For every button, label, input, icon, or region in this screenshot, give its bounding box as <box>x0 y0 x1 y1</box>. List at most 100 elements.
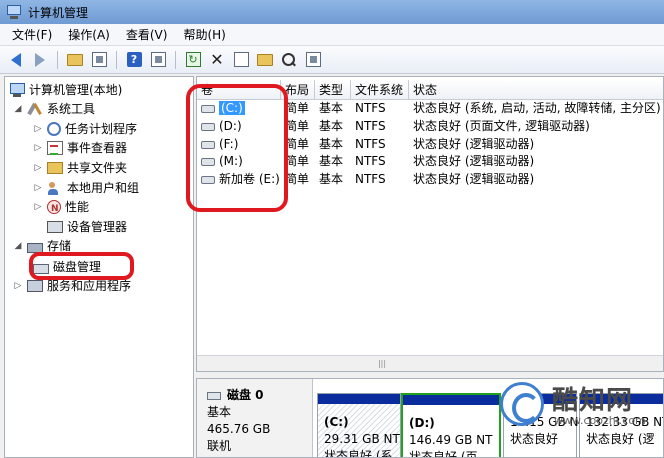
tree-item-services[interactable]: ▷ 服务和应用程序 <box>13 276 131 296</box>
brand-logo-icon <box>500 382 544 426</box>
partition-d[interactable]: (D:) 146.49 GB NT 状态良好 (页 <box>401 393 501 458</box>
volume-name: (F:) <box>219 137 239 151</box>
expand-icon[interactable]: ◢ <box>13 104 23 114</box>
menu-view[interactable]: 查看(V) <box>118 25 176 45</box>
performance-icon <box>47 199 61 219</box>
volume-fs: NTFS <box>355 119 386 133</box>
forward-arrow-icon[interactable] <box>30 50 50 70</box>
clock-icon <box>47 122 61 136</box>
disk-icon <box>33 263 49 274</box>
navigation-tree: 计算机管理(本地) ◢ 系统工具 ▷ 任务计划程序 ▷ 事件查看器 ▷ 共享文件… <box>4 76 194 458</box>
title-bar[interactable]: 计算机管理 <box>0 0 664 24</box>
rescan-icon[interactable] <box>303 50 323 70</box>
partition-bar <box>318 394 400 404</box>
volume-type: 基本 <box>319 172 344 186</box>
collapse-icon[interactable]: ▷ <box>33 202 43 212</box>
delete-icon[interactable]: ✕ <box>207 50 227 70</box>
table-row[interactable]: (D:) 简单 基本 NTFS 状态良好 (页面文件, 逻辑驱动器) <box>197 118 663 135</box>
collapse-icon[interactable]: ▷ <box>33 124 43 134</box>
volume-type: 基本 <box>319 119 344 133</box>
tree-item-root[interactable]: 计算机管理(本地) <box>9 80 122 100</box>
disk-name: 磁盘 0 <box>227 388 264 402</box>
tree-item-label: 磁盘管理 <box>53 260 102 274</box>
tree-item-label: 本地用户和组 <box>67 181 140 195</box>
table-row[interactable]: (F:) 简单 基本 NTFS 状态良好 (逻辑驱动器) <box>197 136 663 153</box>
drive-icon <box>201 140 215 149</box>
horizontal-scrollbar[interactable]: ||| <box>197 355 663 371</box>
volume-layout: 简单 <box>285 172 310 186</box>
tree-item-disk-management[interactable]: 磁盘管理 <box>33 257 101 277</box>
column-header-volume[interactable]: 卷 <box>197 80 281 100</box>
volume-fs: NTFS <box>355 137 386 151</box>
collapse-icon[interactable]: ▷ <box>33 163 43 173</box>
expand-icon[interactable]: ◢ <box>13 241 23 251</box>
tree-item-storage[interactable]: ◢ 存储 <box>13 236 71 256</box>
help-icon[interactable]: ? <box>124 50 144 70</box>
show-hide-tree-icon[interactable] <box>89 50 109 70</box>
drive-icon <box>201 104 215 113</box>
volume-list: 卷 布局 类型 文件系统 状态 (C:) 简单 基本 NTFS 状态良好 (系统… <box>196 76 664 372</box>
menu-action[interactable]: 操作(A) <box>60 25 118 45</box>
column-header-layout[interactable]: 布局 <box>281 80 315 100</box>
tree-item-shared-folders[interactable]: ▷ 共享文件夹 <box>33 158 127 178</box>
tree-item-label: 系统工具 <box>47 102 96 116</box>
partition-c[interactable]: (C:) 29.31 GB NT 状态良好 (系 <box>317 393 401 457</box>
column-header-type[interactable]: 类型 <box>315 80 351 100</box>
partition-status: 状态良好 <box>510 432 559 446</box>
disk-type: 基本 <box>207 405 232 419</box>
scrollbar-thumb-icon[interactable]: ||| <box>367 360 397 368</box>
volume-type: 基本 <box>319 101 344 115</box>
volume-name: (M:) <box>219 154 243 168</box>
tree-item-label: 事件查看器 <box>67 141 128 155</box>
tree-item-performance[interactable]: ▷ 性能 <box>33 197 89 219</box>
users-icon <box>47 181 63 195</box>
tree-item-event-viewer[interactable]: ▷ 事件查看器 <box>33 138 127 158</box>
partition-status: 状态良好 (逻 <box>586 432 655 446</box>
drive-icon <box>201 122 215 131</box>
table-row[interactable]: (C:) 简单 基本 NTFS 状态良好 (系统, 启动, 活动, 故障转储, … <box>197 100 663 117</box>
partition-status: 状态良好 (页 <box>409 450 478 458</box>
computer-management-window: 计算机管理 文件(F) 操作(A) 查看(V) 帮助(H) ? ↻ ✕ 计算机管… <box>0 0 664 458</box>
column-header-filesystem[interactable]: 文件系统 <box>351 80 409 100</box>
menu-help[interactable]: 帮助(H) <box>175 25 233 45</box>
table-row[interactable]: 新加卷 (E:) 简单 基本 NTFS 状态良好 (逻辑驱动器) <box>197 171 663 188</box>
tree-item-local-users[interactable]: ▷ 本地用户和组 <box>33 178 139 198</box>
tree-item-system-tools[interactable]: ◢ 系统工具 <box>13 99 95 119</box>
collapse-icon[interactable]: ▷ <box>33 183 43 193</box>
disk-icon <box>207 391 221 400</box>
tree-item-label: 存储 <box>47 239 72 253</box>
up-folder-icon[interactable] <box>65 50 85 70</box>
toolbar-separator <box>116 50 117 69</box>
back-arrow-icon[interactable] <box>6 50 26 70</box>
partition-size: 29.31 GB NT <box>324 432 400 446</box>
volume-status: 状态良好 (逻辑驱动器) <box>413 154 535 168</box>
disk-0-label[interactable]: 磁盘 0 基本 465.76 GB 联机 <box>197 379 313 457</box>
collapse-icon[interactable]: ▷ <box>33 143 43 153</box>
table-row[interactable]: (M:) 简单 基本 NTFS 状态良好 (逻辑驱动器) <box>197 153 663 170</box>
disk-size: 465.76 GB <box>207 422 271 436</box>
refresh-icon[interactable]: ↻ <box>183 50 203 70</box>
tree-item-device-manager[interactable]: 设备管理器 <box>47 217 127 237</box>
volume-fs: NTFS <box>355 172 386 186</box>
tree-item-label: 任务计划程序 <box>65 122 138 136</box>
shared-folder-icon <box>47 162 63 174</box>
search-icon[interactable] <box>279 50 299 70</box>
volume-layout: 简单 <box>285 154 310 168</box>
device-manager-icon <box>47 221 63 233</box>
properties-icon[interactable] <box>148 50 168 70</box>
menu-file[interactable]: 文件(F) <box>4 25 60 45</box>
drive-icon <box>201 175 215 184</box>
tree-item-task-scheduler[interactable]: ▷ 任务计划程序 <box>33 119 137 139</box>
volume-type: 基本 <box>319 137 344 151</box>
computer-icon <box>9 83 25 97</box>
column-header-status[interactable]: 状态 <box>409 80 663 100</box>
partition-size: 146.49 GB NT <box>409 433 493 447</box>
window-title: 计算机管理 <box>28 5 89 20</box>
open-icon[interactable] <box>231 50 251 70</box>
volume-layout: 简单 <box>285 101 310 115</box>
volume-layout: 简单 <box>285 137 310 151</box>
folder-icon[interactable] <box>255 50 275 70</box>
computer-icon <box>6 5 22 19</box>
collapse-icon[interactable]: ▷ <box>13 281 23 291</box>
volume-status: 状态良好 (系统, 启动, 活动, 故障转储, 主分区) <box>413 101 661 115</box>
